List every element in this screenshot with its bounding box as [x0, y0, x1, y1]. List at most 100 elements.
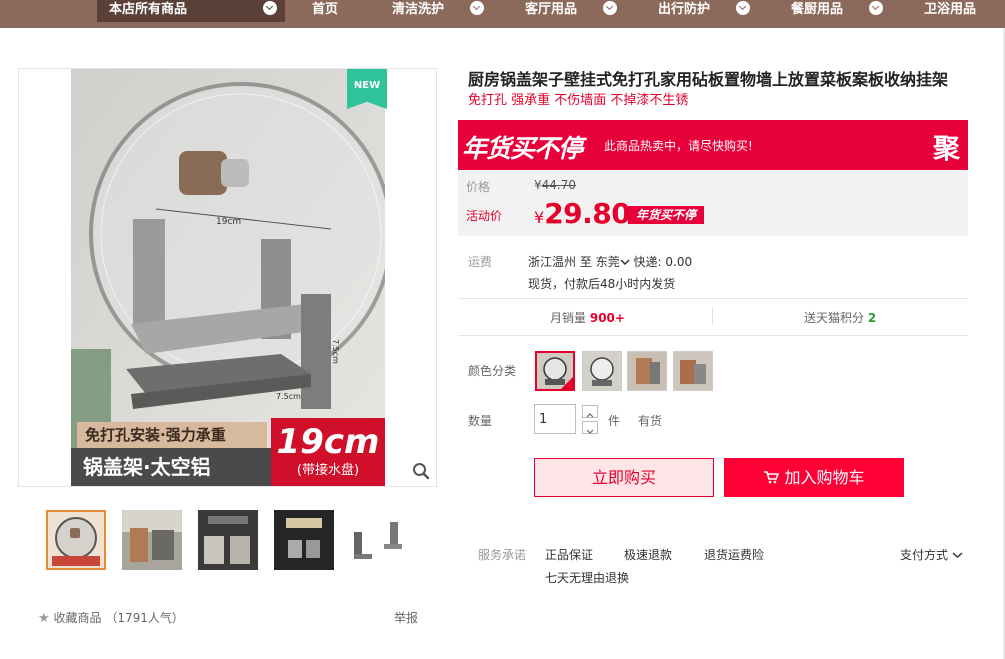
- chevron-down-icon: [620, 259, 630, 266]
- activity-price-tag: 年货买不停: [628, 206, 704, 224]
- image-banner-size-value: 19cm: [276, 422, 380, 462]
- nav-store-all[interactable]: 本店所有商品: [97, 0, 285, 22]
- color-label: 颜色分类: [468, 364, 517, 378]
- top-nav: 本店所有商品 首页 清洁洗护 客厅用品 出行防护 餐厨用品 卫浴用品: [0, 0, 1005, 28]
- image-banner-size-note: (带接水盘): [296, 463, 360, 478]
- thumbnail-3-image: [198, 510, 258, 570]
- chevron-down-icon[interactable]: [736, 1, 750, 15]
- nav-store-all-label: 本店所有商品: [109, 2, 188, 17]
- monthly-sales-label: 月销量: [550, 311, 587, 325]
- tmall-points-label: 送天猫积分: [804, 311, 865, 325]
- activity-price-currency: ¥: [534, 208, 545, 227]
- service-item-return-insurance[interactable]: 退货运费险: [704, 546, 764, 563]
- dimension-width-label: 19cm: [216, 217, 241, 227]
- shipping-destination: 东莞: [595, 255, 620, 269]
- price-box: 价格 ¥44.70 活动价 ¥29.80 年货买不停: [458, 170, 968, 236]
- quantity-decrease-button[interactable]: [582, 421, 598, 434]
- shipping-label: 运费: [468, 255, 493, 269]
- thumbnail-3[interactable]: [198, 510, 258, 570]
- thumbnail-1-image: [52, 517, 100, 566]
- image-banner-feature: 免打孔安装·强力承重: [77, 422, 267, 448]
- color-option-2-image: [583, 352, 621, 390]
- shipping-stock-note: 现货，付款后48小时内发货: [528, 277, 676, 291]
- promo-ju-logo: 聚: [933, 134, 960, 165]
- nav-item-cleaning[interactable]: 清洁洗护: [392, 0, 444, 20]
- shipping-route: 浙江温州 至 东莞 快递: 0.00: [528, 253, 692, 270]
- original-price: ¥44.70: [534, 178, 576, 192]
- favorite-label: 收藏商品: [53, 611, 102, 625]
- tmall-points: 送天猫积分 2: [804, 309, 876, 326]
- activity-price-value: 29.80: [544, 197, 631, 230]
- sales-stats: 月销量 900+ 送天猫积分 2: [458, 299, 968, 335]
- shipping-to-word: 至: [579, 255, 592, 269]
- favorite-count: （1791人气）: [105, 611, 184, 625]
- color-option-4[interactable]: [673, 351, 713, 391]
- product-title: 厨房锅盖架子壁挂式免打孔家用砧板置物墙上放置菜板案板收纳挂架: [468, 70, 949, 89]
- quantity-label: 数量: [468, 414, 493, 428]
- monthly-sales-value: 900+: [589, 311, 625, 325]
- chevron-down-icon: [263, 1, 277, 15]
- promo-banner: 年货买不停 此商品热卖中，请尽快购买! 聚: [458, 120, 968, 170]
- chevron-down-icon[interactable]: [470, 1, 484, 15]
- zoom-icon[interactable]: [412, 462, 430, 480]
- service-item-fast-refund[interactable]: 极速退款: [624, 546, 672, 563]
- favorite-product[interactable]: ★ 收藏商品 （1791人气）: [38, 609, 184, 626]
- service-label: 服务承诺: [478, 548, 527, 562]
- nav-item-travel[interactable]: 出行防护: [658, 0, 710, 20]
- shipping-origin: 浙江温州: [528, 255, 577, 269]
- chevron-down-icon: [586, 429, 594, 434]
- color-option-4-image: [674, 352, 712, 390]
- divider: [458, 335, 968, 336]
- thumbnail-5[interactable]: [350, 510, 410, 570]
- color-option-3-image: [628, 352, 666, 390]
- price-label: 价格: [466, 180, 491, 194]
- color-option-1[interactable]: [535, 351, 575, 391]
- thumbnail-2[interactable]: [122, 510, 182, 570]
- shipping-express: 快递: 0.00: [633, 255, 693, 269]
- service-item-seven-day-return[interactable]: 七天无理由退换: [545, 569, 629, 586]
- report-link[interactable]: 举报: [394, 609, 418, 626]
- nav-item-home[interactable]: 首页: [312, 0, 338, 20]
- chevron-down-icon[interactable]: [869, 1, 883, 15]
- quantity-increase-button[interactable]: [582, 405, 598, 418]
- add-to-cart-label: 加入购物车: [784, 468, 865, 487]
- payment-methods[interactable]: 支付方式: [900, 546, 963, 563]
- activity-price-label: 活动价: [466, 209, 503, 223]
- original-price-value: 44.70: [541, 178, 576, 192]
- buy-now-button[interactable]: 立即购买: [534, 458, 714, 497]
- cart-icon: [764, 471, 780, 484]
- thumbnail-5-image: [354, 522, 402, 559]
- image-banner-name: 锅盖架·太空铝: [71, 448, 271, 486]
- original-price-currency: ¥: [534, 178, 542, 192]
- nav-item-living-room[interactable]: 客厅用品: [525, 0, 577, 20]
- image-banner-size: 19cm (带接水盘): [271, 418, 385, 486]
- dimension-depth-label: 7.5cm: [276, 392, 301, 401]
- chevron-up-icon: [586, 413, 594, 418]
- dimension-height-label: 7.5cm: [331, 339, 340, 364]
- thumbnail-4-image: [274, 510, 334, 570]
- shipping-destination-select[interactable]: 东莞: [596, 255, 630, 269]
- promo-note: 此商品热卖中，请尽快购买!: [604, 139, 753, 153]
- activity-price: ¥29.80: [534, 197, 631, 230]
- thumbnail-2-image: [122, 510, 182, 570]
- divider: [712, 308, 713, 324]
- nav-item-bathroom[interactable]: 卫浴用品: [924, 0, 976, 20]
- nav-item-kitchen[interactable]: 餐厨用品: [791, 0, 843, 20]
- tmall-points-value: 2: [867, 311, 877, 325]
- color-option-2[interactable]: [582, 351, 622, 391]
- main-product-image[interactable]: 19cm 7.5cm 7.5cm NEW 免打孔安装·强力承重 锅盖架·太空铝 …: [18, 68, 437, 487]
- thumbnail-1[interactable]: [46, 510, 106, 570]
- promo-title: 年货买不停: [462, 134, 583, 163]
- quantity-input[interactable]: [534, 404, 576, 434]
- color-option-3[interactable]: [627, 351, 667, 391]
- payment-methods-label: 支付方式: [900, 548, 949, 562]
- chevron-down-icon[interactable]: [603, 1, 617, 15]
- stock-status: 有货: [638, 414, 663, 428]
- service-item-genuine[interactable]: 正品保证: [545, 546, 593, 563]
- thumbnail-4[interactable]: [274, 510, 334, 570]
- product-subtitle: 免打孔 强承重 不伤墙面 不掉漆不生锈: [468, 93, 689, 108]
- add-to-cart-button[interactable]: 加入购物车: [724, 458, 904, 497]
- star-icon: ★: [38, 611, 50, 626]
- quantity-unit: 件: [608, 414, 621, 428]
- monthly-sales: 月销量 900+: [550, 309, 625, 326]
